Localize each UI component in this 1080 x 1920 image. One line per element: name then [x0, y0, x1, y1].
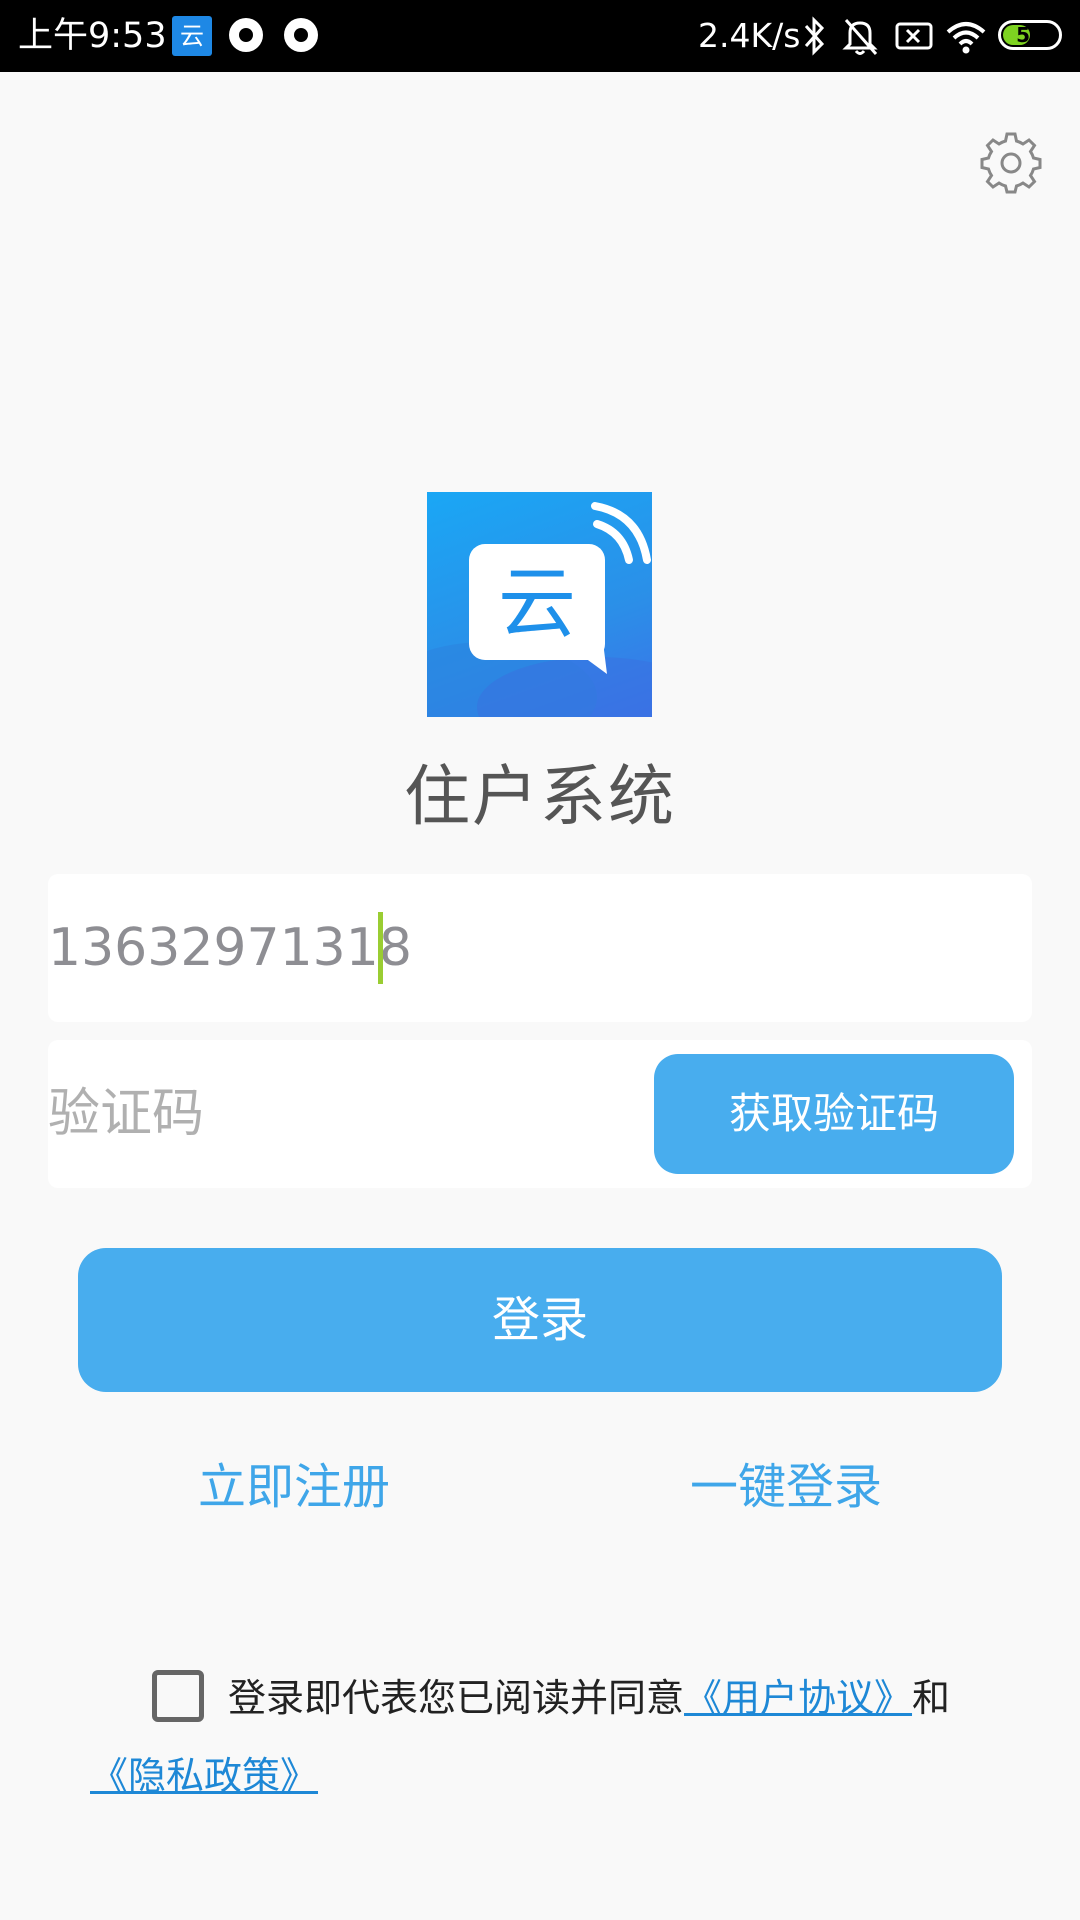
agreement-conjunction: 和 [912, 1676, 951, 1720]
gear-icon[interactable] [980, 132, 1042, 194]
verification-code-input[interactable] [48, 1040, 628, 1188]
agreement-checkbox[interactable] [152, 1670, 204, 1722]
agreement-text: 登录即代表您已阅读并同意《用户协议》和 [228, 1670, 950, 1726]
privacy-policy-link[interactable]: 《隐私政策》 [90, 1754, 318, 1798]
quick-login-link[interactable]: 一键登录 [690, 1454, 882, 1520]
get-code-button[interactable]: 获取验证码 [654, 1054, 1014, 1174]
battery-level: 50 [1016, 23, 1044, 47]
user-agreement-link[interactable]: 《用户协议》 [684, 1676, 912, 1720]
bluetooth-icon [800, 14, 828, 58]
agreement-text-line2: 《隐私政策》 [90, 1748, 318, 1804]
logo-char: 云 [498, 559, 576, 649]
battery-icon: 50 [998, 20, 1062, 50]
text-caret [378, 912, 383, 984]
status-bar: 上午9:53 云 2.4K/s 50 [0, 0, 1080, 72]
agreement-prefix: 登录即代表您已阅读并同意 [228, 1676, 685, 1720]
phone-field [48, 874, 1032, 1022]
record-icon [229, 18, 263, 52]
cloud-chat-logo-icon: 云 [427, 492, 652, 717]
record-icon [284, 18, 318, 52]
phone-input[interactable] [48, 874, 1008, 1022]
login-screen: 上午9:53 云 2.4K/s 50 云 住户系统 13632971318 验证… [0, 0, 1080, 1920]
login-button[interactable]: 登录 [78, 1248, 1002, 1392]
code-field: 获取验证码 [48, 1040, 1032, 1188]
status-time: 上午9:53 [18, 16, 167, 56]
network-speed: 2.4K/s [698, 16, 801, 55]
app-title: 住户系统 [404, 758, 676, 835]
app-notification-icon: 云 [172, 16, 212, 56]
bell-muted-icon [840, 14, 880, 58]
register-link[interactable]: 立即注册 [198, 1454, 390, 1520]
sim-blocked-icon [893, 14, 937, 58]
wifi-icon [944, 14, 988, 58]
